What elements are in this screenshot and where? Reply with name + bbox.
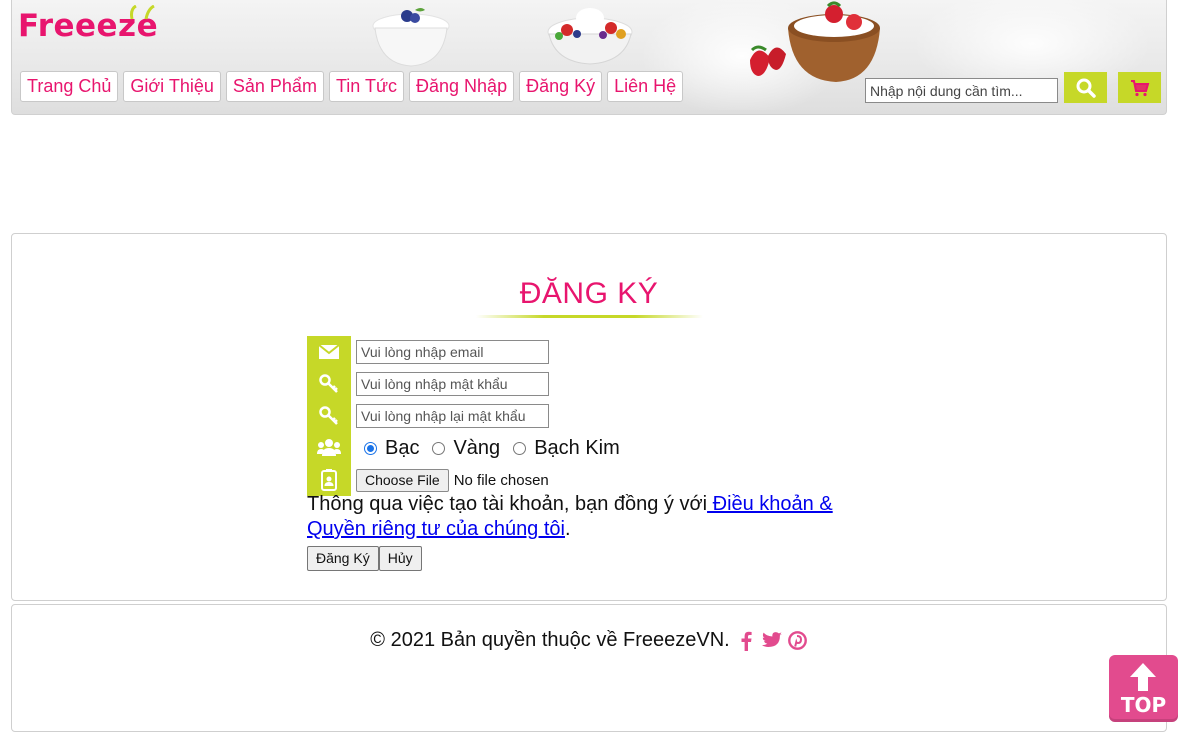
nav-item-contact[interactable]: Liên Hệ [607,71,684,102]
pinterest-icon[interactable] [788,630,808,652]
email-icon-box [307,336,351,368]
tier-label-platinum: Bạch Kim [534,436,620,459]
submit-button[interactable]: Đăng Ký [307,546,379,571]
key-icon [319,374,338,393]
terms-end: . [565,518,571,540]
arrow-up-icon [1130,663,1156,691]
users-icon [317,439,341,456]
nav-item-register[interactable]: Đăng Ký [519,71,603,102]
terms-lead: Thông qua việc tạo tài khoản, bạn đồng ý… [307,493,708,515]
nav-item-home[interactable]: Trang Chủ [20,71,119,102]
key-icon [319,406,338,425]
scroll-top-button[interactable]: TOP [1109,655,1178,722]
nav-item-about[interactable]: Giới Thiệu [123,71,221,102]
envelope-icon [318,344,340,359]
confirm-icon-box [307,400,351,432]
leaf-icon [130,5,155,20]
register-panel: ĐĂNG KÝ Vui lòng nhập email Bạc Vàng Bạc… [11,233,1167,601]
site-header: Freeeze Trang Chủ Giới Thiệu Sản Phẩm Ti… [11,0,1167,115]
title-underline [476,315,703,318]
confirm-password-row [307,400,549,432]
yogurt-bowl-image [372,8,450,67]
nav-item-news[interactable]: Tin Tức [328,71,405,102]
terms-text: Thông qua việc tạo tài khoản, bạn đồng ý… [307,492,867,542]
search-icon [1076,78,1096,98]
scroll-top-label: TOP [1120,693,1167,717]
tier-radio-group: Bạc Vàng Bạch Kim [361,437,630,460]
tier-row: Bạc Vàng Bạch Kim [307,432,630,464]
confirm-password-field[interactable] [356,404,549,428]
choose-file-button[interactable]: Choose File [356,468,449,492]
fruit-bowl-image [547,8,633,65]
cancel-button[interactable]: Hủy [378,546,422,571]
email-row [307,336,549,368]
id-badge-icon [321,469,337,491]
tier-label-silver: Bạc [385,436,420,459]
strawberry-bowl-image [750,1,880,82]
form-actions: Đăng Ký Hủy [307,546,422,571]
password-field[interactable] [356,372,549,396]
search-button[interactable] [1064,72,1107,103]
facebook-icon[interactable] [736,630,756,652]
twitter-icon[interactable] [761,630,782,652]
site-footer: © 2021 Bản quyền thuộc về FreeezeVN. [11,604,1167,732]
password-row [307,368,549,400]
tier-radio-silver[interactable] [364,441,377,455]
tier-icon-box [307,432,351,464]
copyright-text: © 2021 Bản quyền thuộc về FreeezeVN. [370,629,730,651]
tier-radio-platinum[interactable] [513,441,527,455]
cart-button[interactable] [1118,72,1161,103]
copyright: © 2021 Bản quyền thuộc về FreeezeVN. [12,629,1166,652]
email-field[interactable] [356,340,549,364]
page-title: ĐĂNG KÝ [519,277,659,310]
tier-radio-gold[interactable] [432,441,446,455]
tier-label-gold: Vàng [453,436,501,459]
file-status: No file chosen [453,471,549,489]
main-nav: Trang Chủ Giới Thiệu Sản Phẩm Tin Tức Đă… [20,71,684,102]
nav-item-products[interactable]: Sản Phẩm [225,71,324,102]
site-logo[interactable]: Freeeze [18,5,158,44]
nav-item-login[interactable]: Đăng Nhập [409,71,515,102]
password-icon-box [307,368,351,400]
cart-icon [1130,79,1149,96]
search-input[interactable] [865,78,1058,103]
